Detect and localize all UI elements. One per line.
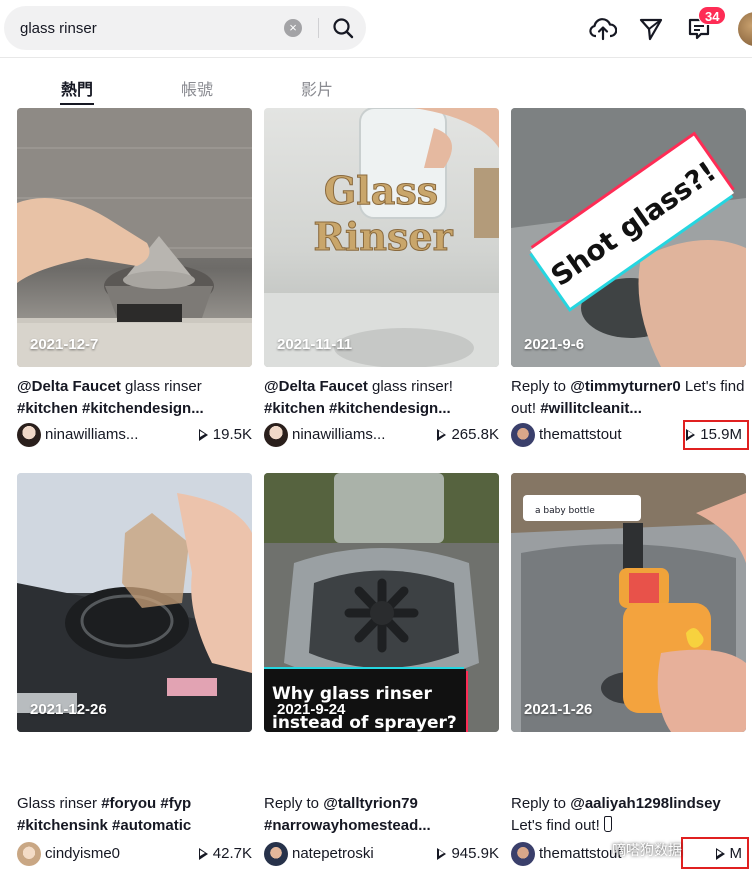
author-avatar[interactable] [264, 842, 288, 866]
author-name[interactable]: themattstout [539, 845, 622, 862]
play-icon [437, 428, 447, 441]
video-description[interactable]: Reply to @timmyturner0 Let's find out! #… [511, 376, 746, 420]
tab-active-indicator [60, 103, 94, 105]
watermark-text: 嘀嗒狗数据 [612, 842, 682, 858]
notification-badge: 34 [698, 6, 727, 25]
view-count: 945.9K [437, 845, 499, 862]
video-thumbnail[interactable]: 2021-12-7 [17, 108, 252, 367]
desc-mention[interactable]: @timmyturner0 [570, 378, 681, 395]
video-description[interactable]: @Delta Faucet glass rinser #kitchen #kit… [17, 376, 252, 420]
view-count-value: 19.5K [212, 426, 252, 443]
video-thumbnail[interactable]: Glass Rinser 2021-11-11 [264, 108, 499, 367]
author-avatar[interactable] [264, 423, 288, 447]
author-avatar[interactable] [17, 423, 41, 447]
video-thumbnail[interactable]: 2021-12-26 [17, 473, 252, 732]
view-count: 19.5K [198, 426, 252, 443]
desc-hashtags[interactable]: #narrowayhomestead... [264, 817, 431, 834]
view-count: 265.8K [437, 426, 499, 443]
author-avatar[interactable] [511, 423, 535, 447]
play-icon [198, 428, 208, 441]
desc-prefix: Reply to [511, 378, 571, 395]
upload-icon [589, 18, 617, 41]
desc-text: Let's find out! [511, 817, 604, 834]
svg-text:Glass: Glass [324, 168, 438, 213]
desc-prefix: Reply to [511, 795, 571, 812]
video-date: 2021-11-11 [277, 336, 353, 353]
desc-mention[interactable]: @talltyrion79 [323, 795, 418, 812]
upload-button[interactable] [588, 14, 618, 44]
desc-hashtags[interactable]: #kitchensink #automatic [17, 817, 191, 834]
desc-mention[interactable]: @aaliyah1298lindsey [570, 795, 721, 812]
view-count-value: 945.9K [451, 845, 499, 862]
video-meta: ninawilliams... 19.5K [17, 422, 252, 448]
desc-mention[interactable]: @Delta Faucet [264, 378, 368, 395]
video-date: 2021-9-24 [277, 701, 346, 718]
views-highlight-box [681, 837, 749, 869]
view-count: 42.7K [198, 845, 252, 862]
views-highlight-box [683, 420, 749, 450]
author-avatar[interactable] [17, 842, 41, 866]
video-thumbnail[interactable]: Shot glass?! 2021-9-6 [511, 108, 746, 367]
tab-videos[interactable]: 影片 [287, 76, 347, 100]
clear-icon[interactable]: × [284, 19, 302, 37]
search-divider [318, 18, 319, 38]
video-description[interactable]: Reply to @aaliyah1298lindsey Let's find … [511, 793, 746, 837]
video-meta: natepetroski 945.9K [264, 841, 499, 867]
video-thumbnail[interactable]: a baby bottle 2021-1-26 [511, 473, 746, 732]
tab-accounts[interactable]: 帳號 [167, 76, 227, 100]
search-box[interactable]: × [4, 6, 366, 50]
video-meta: ninawilliams... 265.8K [264, 422, 499, 448]
thumbnail-image [17, 108, 252, 367]
search-icon [333, 18, 354, 39]
desc-hashtags[interactable]: #willitcleanit... [540, 400, 642, 417]
video-description[interactable]: Reply to @talltyrion79 #narrowayhomestea… [264, 793, 499, 837]
view-count-value: 265.8K [451, 426, 499, 443]
desc-text: glass rinser [120, 378, 202, 395]
messages-button[interactable] [636, 14, 666, 44]
author-name[interactable]: themattstout [539, 426, 622, 443]
bottle-emoji-icon [603, 816, 612, 832]
video-date: 2021-1-26 [524, 701, 593, 718]
desc-mention[interactable]: #foryou #fyp [101, 795, 191, 812]
desc-text: glass rinser! [367, 378, 453, 395]
video-date: 2021-9-6 [524, 336, 585, 353]
top-header: × 34 [0, 0, 752, 58]
desc-prefix: Glass rinser [17, 795, 102, 812]
thumbnail-image [17, 473, 252, 732]
author-name[interactable]: cindyisme0 [45, 845, 120, 862]
desc-hashtags[interactable]: #kitchen #kitchendesign... [17, 400, 204, 417]
video-meta: cindyisme0 42.7K [17, 841, 252, 867]
video-description[interactable]: @Delta Faucet glass rinser! #kitchen #ki… [264, 376, 499, 420]
author-name[interactable]: natepetroski [292, 845, 374, 862]
search-button[interactable] [326, 12, 360, 44]
thumbnail-image: a baby bottle [511, 473, 746, 732]
author-name[interactable]: ninawilliams... [292, 426, 385, 443]
video-thumbnail[interactable]: Why glass rinser instead of sprayer? 202… [264, 473, 499, 732]
search-input[interactable] [20, 18, 275, 38]
thumbnail-image: Glass Rinser [264, 108, 499, 367]
author-name[interactable]: ninawilliams... [45, 426, 138, 443]
view-count-value: 42.7K [212, 845, 252, 862]
play-icon [437, 847, 447, 860]
tab-top[interactable]: 熱門 [47, 76, 107, 100]
play-icon [198, 847, 208, 860]
video-description[interactable]: Glass rinser #foryou #fyp #kitchensink #… [17, 793, 252, 837]
thumbnail-image: Shot glass?! [511, 108, 746, 367]
author-avatar[interactable] [511, 842, 535, 866]
desc-mention[interactable]: @Delta Faucet [17, 378, 121, 395]
svg-text:a baby bottle: a baby bottle [535, 506, 595, 516]
profile-avatar[interactable] [738, 12, 752, 46]
thumbnail-image: Why glass rinser instead of sprayer? [264, 473, 499, 732]
send-icon [639, 18, 663, 41]
svg-text:Rinser: Rinser [313, 214, 453, 259]
video-date: 2021-12-26 [30, 701, 107, 718]
video-date: 2021-12-7 [30, 336, 99, 353]
desc-prefix: Reply to [264, 795, 324, 812]
desc-hashtags[interactable]: #kitchen #kitchendesign... [264, 400, 451, 417]
